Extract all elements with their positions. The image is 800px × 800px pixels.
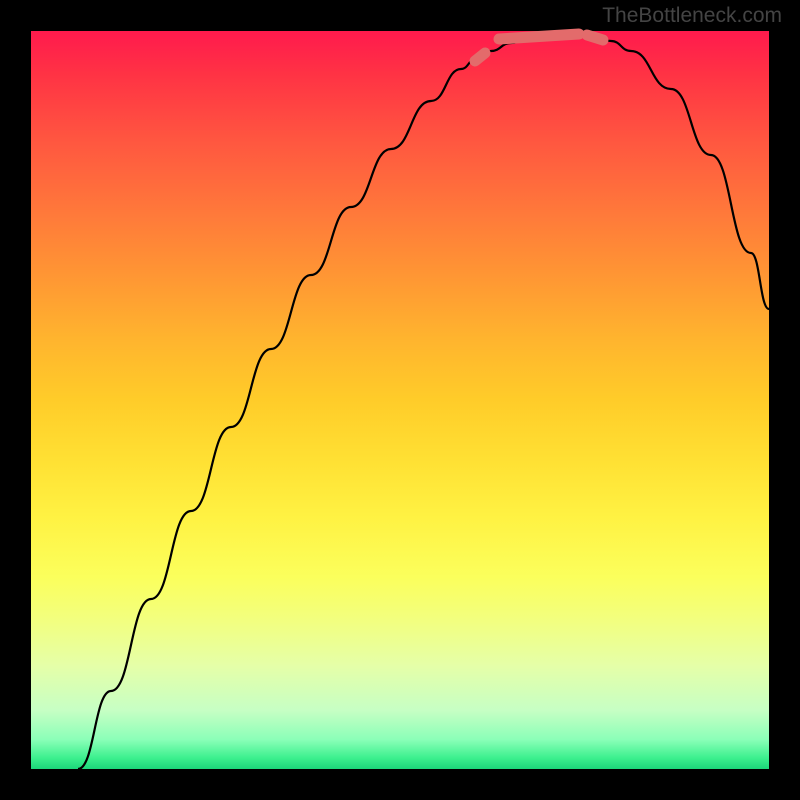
watermark-text: TheBottleneck.com bbox=[602, 4, 782, 28]
highlight-segment-2 bbox=[587, 35, 603, 40]
highlight-segment-0 bbox=[475, 53, 485, 61]
highlight-segment-1 bbox=[499, 34, 579, 39]
bottleneck-curve bbox=[78, 32, 769, 769]
chart-plot bbox=[31, 31, 769, 769]
